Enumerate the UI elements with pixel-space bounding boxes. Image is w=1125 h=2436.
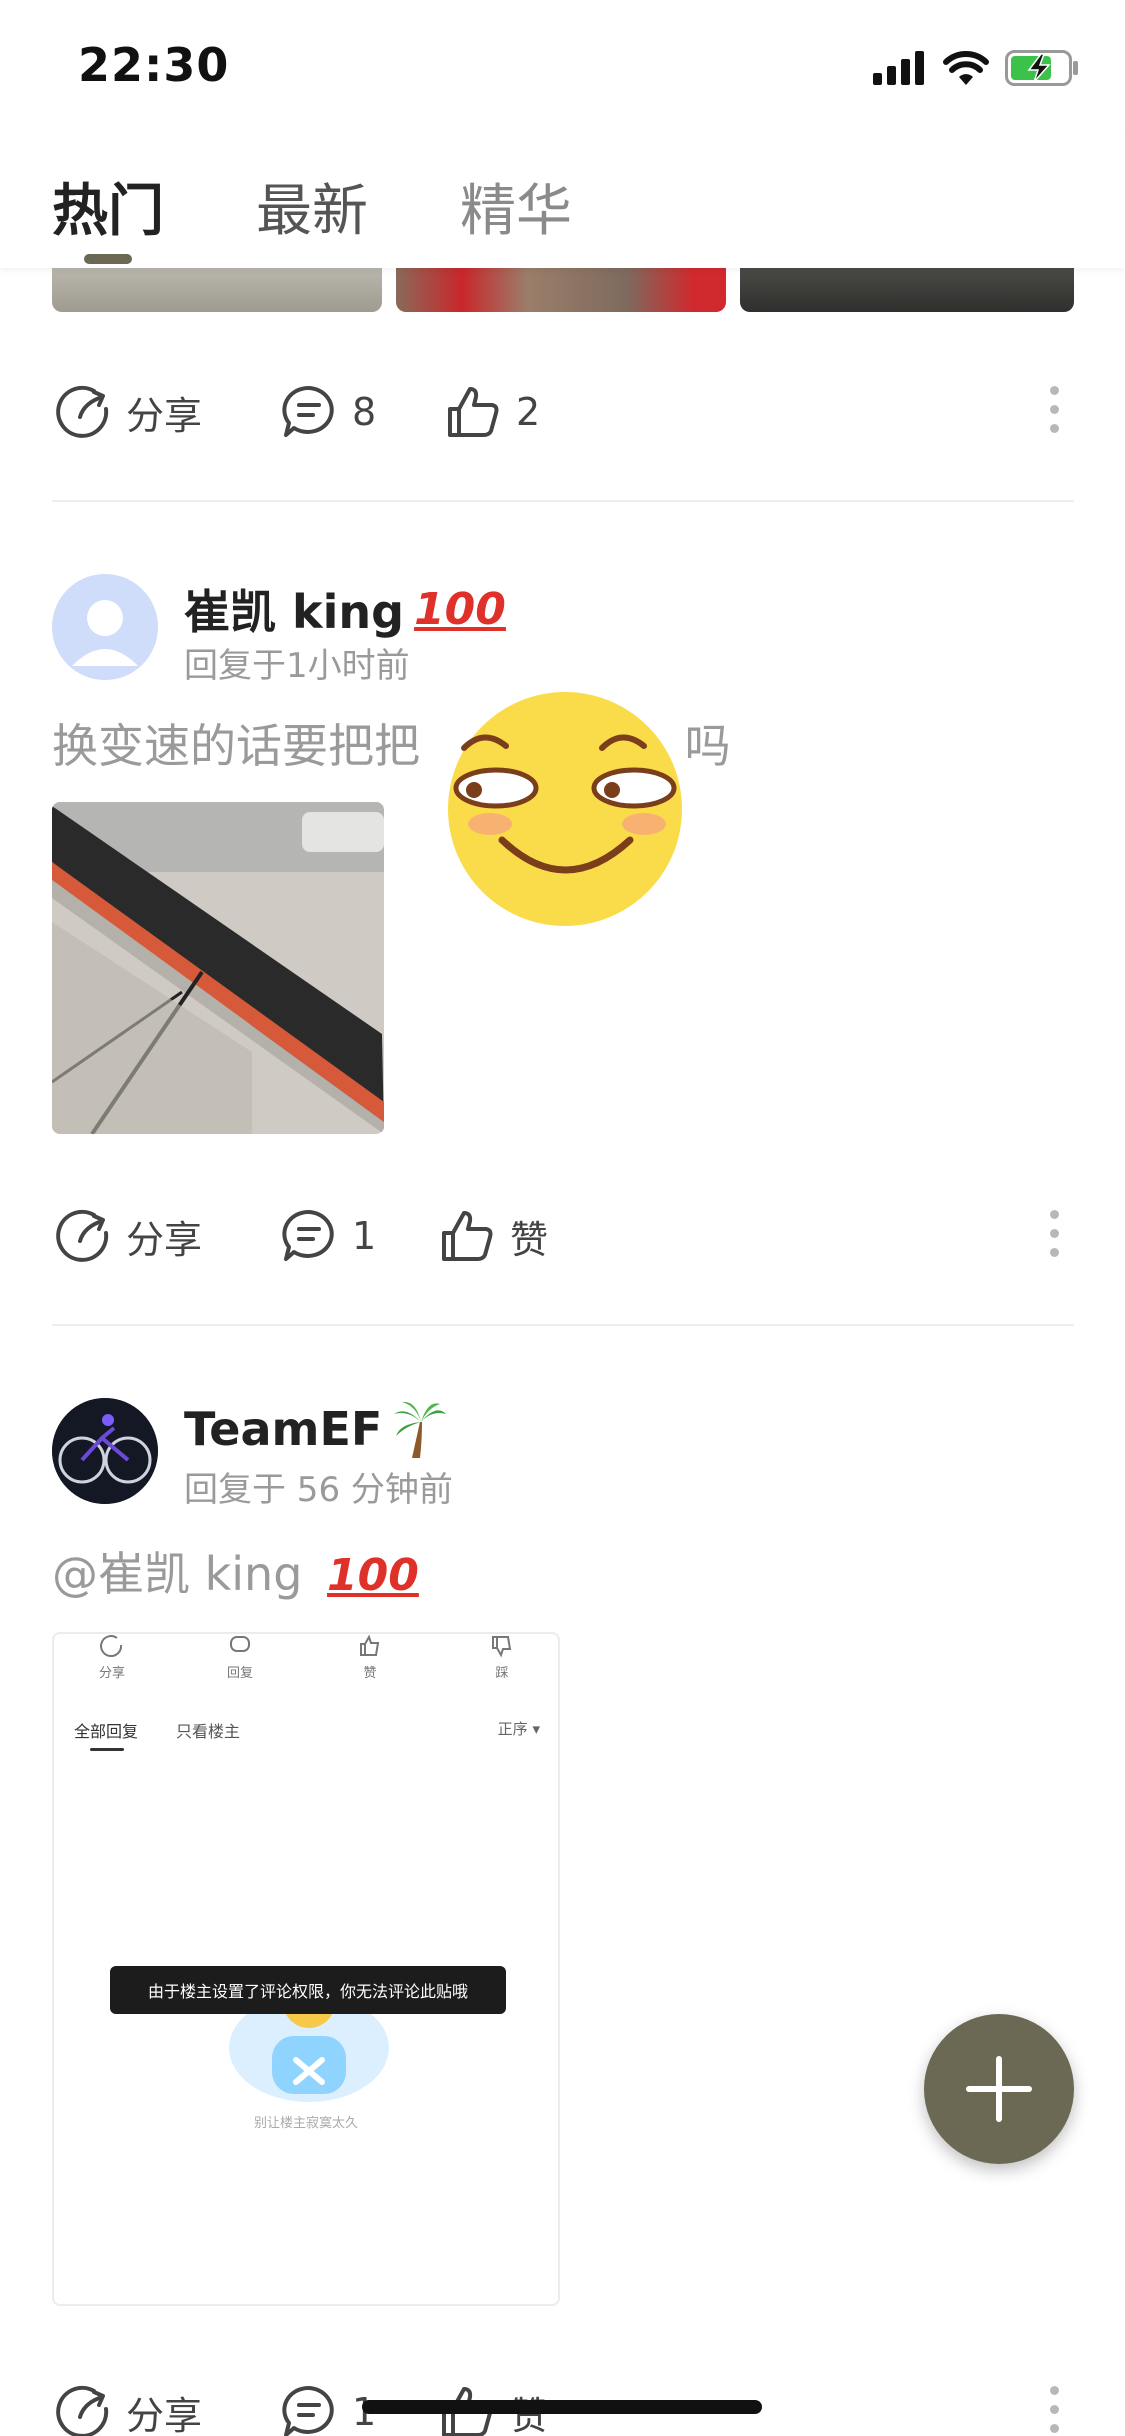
- smirking-face-sticker: [444, 688, 686, 930]
- post-actions: 分享 1 赞: [52, 1196, 1074, 1276]
- share-label: 分享: [126, 393, 203, 438]
- thumbs-up-icon: [448, 387, 499, 437]
- author-name[interactable]: 崔凯 king 100: [184, 576, 506, 642]
- reply-time: 回复于 56 分钟前: [184, 1470, 453, 1510]
- screenshot-dislike: 踩: [472, 1634, 532, 1681]
- screenshot-toast: 由于楼主设置了评论权限，你无法评论此贴哦: [110, 1966, 506, 2014]
- avatar[interactable]: [52, 574, 158, 680]
- divider: [52, 1324, 1074, 1326]
- more-options-icon[interactable]: [1048, 2386, 1060, 2436]
- mention-text[interactable]: @崔凯 king: [52, 1547, 302, 1601]
- like-label: 赞: [510, 1217, 549, 1262]
- more-options-icon[interactable]: [1048, 1210, 1060, 1262]
- thumbs-up-icon: [442, 1211, 493, 1261]
- post-header: 崔凯 king 100 回复于1小时前: [52, 574, 952, 686]
- post-image[interactable]: [740, 268, 1074, 312]
- screenshot-tab-indicator: [90, 1748, 124, 1751]
- post-text-tail: 吗: [684, 719, 731, 773]
- comment-button[interactable]: 8: [280, 372, 376, 452]
- screenshot-tab-owner: 只看楼主: [176, 1722, 241, 1741]
- palm-tree-icon: [394, 1401, 447, 1458]
- screenshot-caption: 别让楼主寂寞太久: [253, 2116, 358, 2131]
- more-options-icon[interactable]: [1048, 386, 1060, 438]
- plus-icon: [966, 2056, 1032, 2122]
- share-button[interactable]: 分享: [54, 372, 202, 452]
- like-button[interactable]: 赞: [438, 1196, 548, 1276]
- share-label: 分享: [126, 1217, 203, 1262]
- reply-time: 回复于1小时前: [184, 646, 410, 686]
- comment-count: 8: [352, 390, 377, 434]
- post-actions: 分享 8 2: [52, 372, 1074, 452]
- screenshot-like: 赞: [340, 1634, 400, 1681]
- post-screenshot-image[interactable]: 分享 回复 赞 踩 全部回复 只看楼主 正序 ▾ 由于楼主设置了评论权限，你无法…: [52, 1632, 560, 2306]
- screenshot-action-bar: 分享 回复 赞 踩: [54, 1634, 558, 1694]
- post-image[interactable]: [52, 268, 382, 312]
- author-name-text: TeamEF: [184, 1402, 383, 1456]
- hundred-points-icon: 100: [414, 583, 506, 635]
- cellular-signal-icon: [873, 51, 924, 85]
- screenshot-tab-all: 全部回复: [74, 1722, 139, 1741]
- post-image[interactable]: [396, 268, 726, 312]
- home-indicator[interactable]: [362, 2400, 762, 2414]
- status-bar: 22:30: [0, 0, 1125, 132]
- author-name[interactable]: TeamEF: [184, 1400, 447, 1458]
- status-icons: [873, 46, 1079, 90]
- like-button[interactable]: 2: [444, 372, 540, 452]
- post-text: 换变速的话要把把: [52, 719, 420, 773]
- screenshot-sort: 正序 ▾: [497, 1720, 540, 1738]
- share-icon: [56, 2385, 109, 2436]
- tab-bar: 热门 最新 精华: [0, 132, 1125, 268]
- share-button[interactable]: 分享: [54, 1196, 202, 1276]
- tab-indicator: [84, 254, 132, 264]
- previous-post-images: [52, 268, 1074, 312]
- screenshot-reply: 回复: [210, 1634, 270, 1681]
- comment-count: 1: [352, 1214, 377, 1258]
- tab-featured[interactable]: 精华: [460, 166, 572, 247]
- status-time: 22:30: [78, 38, 230, 92]
- wifi-icon: [943, 51, 989, 85]
- post-photo[interactable]: [52, 802, 384, 1134]
- post-header: TeamEF 回复于 56 分钟前: [52, 1398, 952, 1510]
- author-name-text: 崔凯 king: [184, 585, 405, 639]
- share-label: 分享: [126, 2393, 203, 2436]
- hundred-points-icon: 100: [327, 1550, 419, 1601]
- comment-icon: [282, 385, 334, 437]
- comment-button[interactable]: 1: [280, 1196, 376, 1276]
- create-post-button[interactable]: [924, 2014, 1074, 2164]
- share-button[interactable]: 分享: [54, 2372, 202, 2436]
- tab-latest[interactable]: 最新: [256, 166, 368, 247]
- like-label: 2: [516, 390, 541, 434]
- comment-icon: [282, 1209, 334, 1261]
- screenshot-share: 分享: [82, 1634, 142, 1681]
- comment-icon: [282, 2385, 334, 2436]
- divider: [52, 500, 1074, 502]
- tab-hot[interactable]: 热门: [52, 166, 164, 247]
- share-icon: [56, 385, 109, 438]
- avatar[interactable]: [52, 1398, 158, 1504]
- battery-charging-icon: [1005, 50, 1078, 86]
- share-icon: [56, 1209, 109, 1262]
- post-body: @崔凯 king 100: [52, 1538, 419, 1604]
